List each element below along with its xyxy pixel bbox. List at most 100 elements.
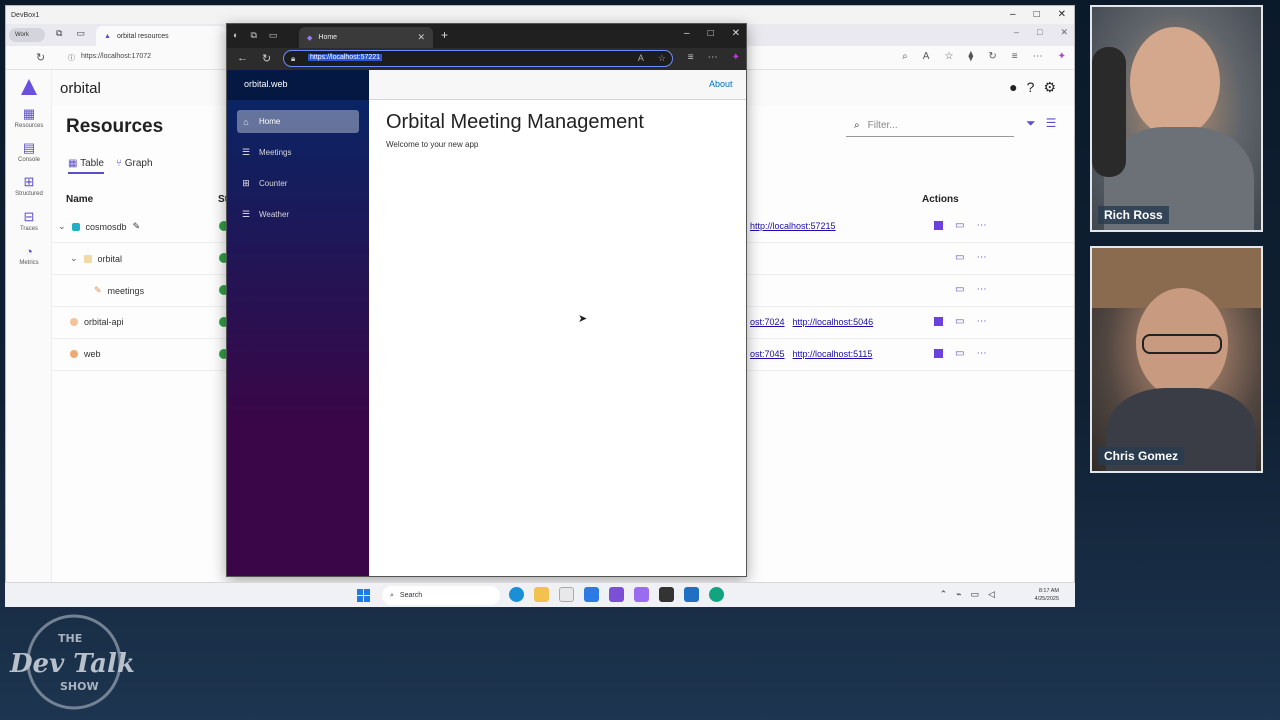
console-logs-icon[interactable]: ▭ <box>955 220 964 231</box>
copilot-icon[interactable]: ✦ <box>732 52 740 63</box>
favorites-icon[interactable]: ≡ <box>1012 51 1018 62</box>
more-icon[interactable]: ⋯ <box>976 316 986 327</box>
nav-resources[interactable]: ▦ Resources <box>6 106 52 129</box>
store-app-icon[interactable] <box>584 587 599 602</box>
stop-icon[interactable] <box>934 349 943 358</box>
sidebar-item-home[interactable]: ⌂ Home <box>237 110 359 133</box>
sidebar-item-meetings[interactable]: ☰ Meetings <box>237 141 359 164</box>
tab-actions-icon[interactable]: ▭ <box>269 30 278 41</box>
github-icon[interactable]: ● <box>1009 79 1017 96</box>
app-icon[interactable] <box>684 587 699 602</box>
visual-studio-icon[interactable] <box>609 587 624 602</box>
settings-icon[interactable]: ⚙ <box>1043 79 1056 96</box>
container-icon: ✎ <box>94 285 102 295</box>
close-icon[interactable]: ✕ <box>1058 9 1066 20</box>
network-icon[interactable]: ⌁ <box>956 589 961 600</box>
settings-more-icon[interactable]: ⋯ <box>1033 51 1043 62</box>
console-logs-icon[interactable]: ▭ <box>955 316 964 327</box>
start-button[interactable] <box>357 589 370 602</box>
funnel-icon[interactable]: ⏷ <box>1026 116 1036 131</box>
filter-input[interactable]: ⌕ Filter... <box>846 115 1014 137</box>
tab-graph[interactable]: ⑂ Graph <box>116 158 153 174</box>
file-explorer-icon[interactable] <box>534 587 549 602</box>
bg-tab-title: orbital resources <box>116 32 169 40</box>
tab-actions-icon[interactable]: ▭ <box>76 28 85 39</box>
read-aloud-icon[interactable]: A <box>638 53 644 64</box>
chevron-down-icon[interactable]: ⌄ <box>70 253 78 264</box>
bg-maximize-icon[interactable]: □ <box>1037 27 1042 38</box>
more-icon[interactable]: ⋯ <box>976 348 986 359</box>
refresh-icon[interactable]: ↻ <box>262 52 271 65</box>
minimize-icon[interactable]: – <box>1010 9 1016 20</box>
favorite-icon[interactable]: ☆ <box>658 53 666 64</box>
endpoint-link[interactable]: ost:7024 <box>750 317 785 327</box>
column-header-name[interactable]: Name <box>66 194 93 205</box>
nav-structured[interactable]: ⊞ Structured <box>6 174 52 197</box>
fg-browser-tab[interactable]: ◆ Home ✕ <box>299 27 433 48</box>
extensions-icon[interactable]: ⧫ <box>968 51 973 62</box>
sync-icon[interactable]: ↻ <box>988 51 996 62</box>
tab-table[interactable]: ▦ Table <box>68 158 104 174</box>
endpoint-link[interactable]: ost:7045 <box>750 349 785 359</box>
stop-icon[interactable] <box>934 317 943 326</box>
nav-console[interactable]: ▤ Console <box>6 140 52 163</box>
filter-tools: ⏷ ☰ <box>1026 116 1056 131</box>
endpoint-link[interactable]: http://localhost:5115 <box>793 349 873 359</box>
console-logs-icon[interactable]: ▭ <box>955 348 964 359</box>
help-icon[interactable]: ? <box>1027 79 1035 96</box>
endpoint-link[interactable]: http://localhost:57215 <box>750 221 836 231</box>
zoom-icon[interactable]: ⌕ <box>902 51 908 62</box>
search-icon: ⌕ <box>390 591 394 599</box>
display-icon[interactable]: ▭ <box>971 589 980 600</box>
more-icon[interactable]: ⋯ <box>708 52 718 63</box>
workspaces-icon[interactable]: ⧉ <box>250 30 256 41</box>
sliders-icon[interactable]: ☰ <box>1046 116 1057 131</box>
favorite-icon[interactable]: ☆ <box>944 51 953 62</box>
chevron-up-icon[interactable]: ⌃ <box>940 589 948 600</box>
stop-icon[interactable] <box>934 221 943 230</box>
endpoint-link[interactable]: http://localhost:5046 <box>793 317 874 327</box>
workspaces-icon[interactable]: ⧉ <box>56 28 62 39</box>
bg-minimize-icon[interactable]: – <box>1014 27 1019 38</box>
more-icon[interactable]: ⋯ <box>976 284 986 295</box>
favorites-icon[interactable]: ≡ <box>688 52 694 63</box>
fg-browser-window: ◐ ⧉ ▭ ◆ Home ✕ + – □ ✕ ← ↻ 🔒︎ https://lo… <box>226 23 747 577</box>
fg-minimize-icon[interactable]: – <box>684 28 690 39</box>
nav-traces[interactable]: ⊟ Traces <box>6 209 52 232</box>
nav-metrics[interactable]: ◔ Metrics <box>6 244 52 266</box>
edge-dev-icon[interactable] <box>709 587 724 602</box>
maximize-icon[interactable]: □ <box>1034 9 1040 20</box>
back-icon[interactable]: ← <box>237 52 248 65</box>
app-brand[interactable]: orbital.web <box>244 79 288 89</box>
more-icon[interactable]: ⋯ <box>976 220 986 231</box>
console-logs-icon[interactable]: ▭ <box>955 284 964 295</box>
terminal-icon[interactable] <box>659 587 674 602</box>
refresh-icon[interactable]: ↻ <box>36 51 45 64</box>
taskbar-search[interactable]: ⌕ Search <box>382 586 500 605</box>
chevron-down-icon[interactable]: ⌄ <box>58 221 66 232</box>
close-tab-icon[interactable]: ✕ <box>417 32 425 43</box>
new-tab-icon[interactable]: + <box>441 28 448 42</box>
info-icon[interactable]: ⓘ <box>68 53 75 63</box>
more-icon[interactable]: ⋯ <box>976 252 986 263</box>
bg-close-icon[interactable]: ✕ <box>1060 27 1068 38</box>
about-link[interactable]: About <box>709 79 733 89</box>
sidebar-item-counter[interactable]: ⊞ Counter <box>237 172 359 195</box>
edge-app-icon[interactable] <box>509 587 524 602</box>
calendar-app-icon[interactable] <box>559 587 574 602</box>
participant-name: Rich Ross <box>1098 206 1169 224</box>
visual-studio-preview-icon[interactable] <box>634 587 649 602</box>
profile-button[interactable]: Work <box>9 28 45 42</box>
volume-icon[interactable]: ◁ <box>988 589 995 600</box>
fg-url-field[interactable]: 🔒︎ https://localhost:57221 A ☆ <box>283 50 673 67</box>
bg-browser-tab[interactable]: ▲ orbital resources <box>96 26 226 46</box>
read-aloud-icon[interactable]: A <box>923 51 930 62</box>
fg-maximize-icon[interactable]: □ <box>708 28 714 39</box>
profile-icon[interactable]: ◐ <box>233 30 238 41</box>
console-logs-icon[interactable]: ▭ <box>955 252 964 263</box>
sidebar-item-weather[interactable]: ☰ Weather <box>237 203 359 226</box>
clock[interactable]: 8:17 AM 4/25/2025 <box>1035 587 1059 603</box>
bg-url-field[interactable]: https://localhost:17072 <box>81 53 151 63</box>
fg-close-icon[interactable]: ✕ <box>732 28 740 39</box>
copilot-icon[interactable]: ✦ <box>1058 51 1066 62</box>
